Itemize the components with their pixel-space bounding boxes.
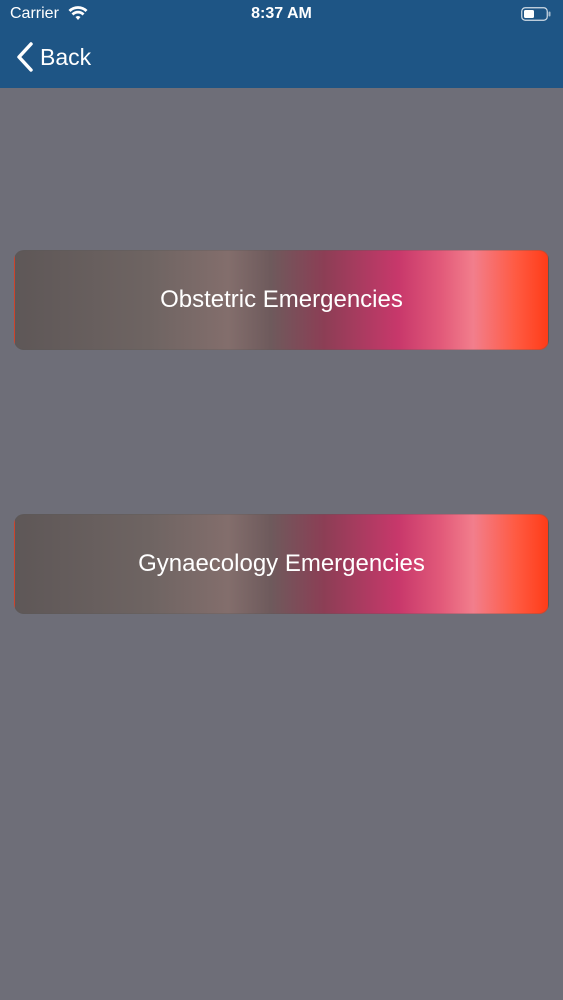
navigation-header: Carrier 8:37 AM Back bbox=[0, 0, 563, 88]
back-button[interactable]: Back bbox=[16, 40, 91, 74]
gynaecology-emergencies-button[interactable]: Gynaecology Emergencies bbox=[14, 514, 549, 614]
chevron-left-icon bbox=[17, 42, 33, 72]
clock-time: 8:37 AM bbox=[251, 5, 312, 22]
obstetric-emergencies-label: Obstetric Emergencies bbox=[160, 286, 403, 313]
back-label: Back bbox=[40, 43, 92, 70]
status-bar: Carrier 8:37 AM bbox=[0, 0, 563, 30]
battery-icon bbox=[521, 7, 551, 21]
obstetric-emergencies-button[interactable]: Obstetric Emergencies bbox=[14, 250, 549, 350]
gynaecology-emergencies-label: Gynaecology Emergencies bbox=[138, 550, 425, 577]
